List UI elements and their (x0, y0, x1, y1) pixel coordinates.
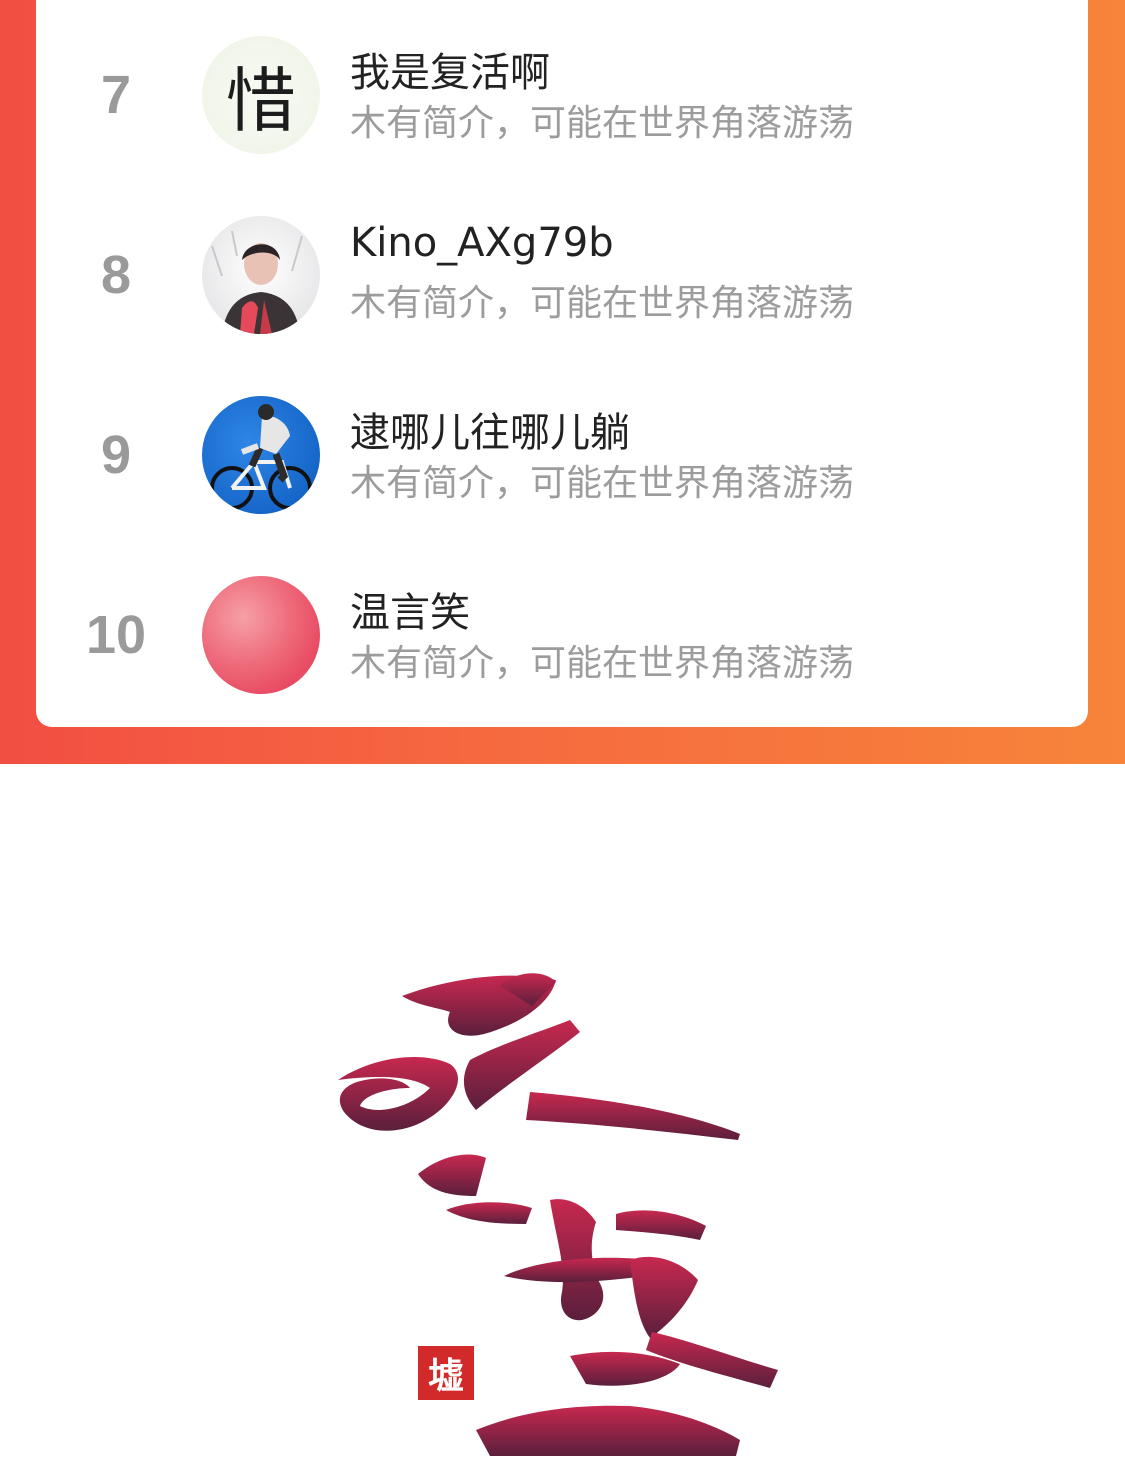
avatar[interactable] (202, 576, 320, 694)
avatar-character: 惜 (226, 59, 296, 142)
shengxu-calligraphy-logo (300, 960, 820, 1456)
ranking-banner: 7 惜 我是复活啊 木有简介，可能在世界角落游荡 8 Kino_AXg79b 木… (0, 0, 1125, 764)
list-item[interactable]: 7 惜 我是复活啊 木有简介，可能在世界角落游荡 (36, 20, 1088, 170)
user-bio: 木有简介，可能在世界角落游荡 (350, 643, 855, 684)
ranking-card: 7 惜 我是复活啊 木有简介，可能在世界角落游荡 8 Kino_AXg79b 木… (36, 0, 1088, 727)
list-item[interactable]: 10 温言笑 木有简介，可能在世界角落游荡 (36, 560, 1088, 710)
user-name: Kino_AXg79b (350, 220, 614, 266)
avatar[interactable] (202, 216, 320, 334)
list-item[interactable]: 9 逮哪儿往哪儿躺 木有简介，可能在世界角落游荡 (36, 380, 1088, 530)
list-item[interactable]: 8 Kino_AXg79b 木有简介，可能在世界角落游荡 (36, 200, 1088, 350)
avatar[interactable]: 惜 (202, 36, 320, 154)
user-name: 温言笑 (350, 590, 470, 636)
seal-stamp: 墟 (418, 1346, 474, 1400)
user-bio: 木有简介，可能在世界角落游荡 (350, 463, 855, 504)
cyclist-avatar-icon (210, 404, 312, 510)
rank-number: 9 (100, 425, 132, 485)
user-bio: 木有简介，可能在世界角落游荡 (350, 283, 855, 324)
rank-number: 8 (100, 245, 132, 305)
user-name: 逮哪儿往哪儿躺 (350, 410, 630, 456)
person-avatar-icon (211, 230, 303, 334)
rank-number: 10 (85, 605, 147, 665)
user-bio: 木有简介，可能在世界角落游荡 (350, 103, 855, 144)
logo-calligraphy-graphic (338, 973, 778, 1456)
avatar[interactable] (202, 396, 320, 514)
rank-number: 7 (100, 65, 132, 125)
user-name: 我是复活啊 (350, 50, 550, 96)
